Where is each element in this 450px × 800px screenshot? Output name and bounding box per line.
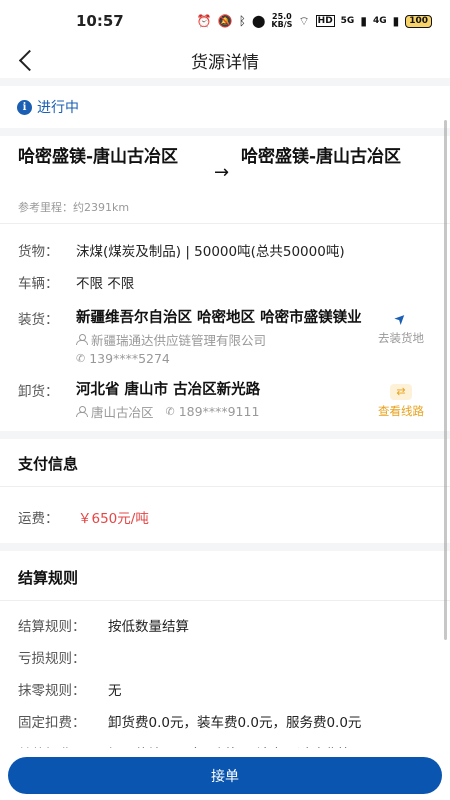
route-origin: 哈密盛镁-唐山古冶区: [18, 147, 179, 167]
unloading-address-text: 河北省 唐山市 古冶区新光路: [76, 382, 261, 398]
route-destination: 哈密盛镁-唐山古冶区: [241, 147, 402, 167]
location-icon: ⬤: [251, 14, 266, 28]
vehicle-value: 不限 不限: [76, 276, 135, 292]
person-icon: [76, 334, 88, 345]
accept-order-button[interactable]: 接单: [8, 757, 442, 794]
alarm-icon: ⏰: [196, 14, 212, 28]
status-text: 进行中: [37, 100, 79, 116]
status-bar: 10:57 ⏰ 🔕 ᛒ ⬤ 25.0 KB/S ⌔ HD 5G ▮ 4G ▮ 10…: [0, 0, 450, 42]
signal-icon: ▮: [360, 14, 367, 28]
person-icon: [76, 406, 88, 417]
route-icon: ⇄: [390, 384, 412, 400]
settlement-row: 亏损规则：: [0, 641, 450, 673]
arrow-right-icon: →: [214, 162, 230, 183]
route-section: 哈密盛镁-唐山古冶区 → 哈密盛镁-唐山古冶区 参考里程：约2391km: [0, 136, 450, 224]
settlement-row: 固定扣费： 卸货费0.0元，装车费0.0元，服务费0.0元: [0, 705, 450, 737]
freight-row: 运费： ￥650元/吨: [0, 486, 450, 543]
loading-label: 装货：: [18, 312, 59, 328]
payment-card: 支付信息 运费： ￥650元/吨: [0, 439, 450, 543]
payment-title: 支付信息: [18, 455, 79, 473]
info-icon: i: [17, 99, 32, 115]
view-route-label: 查看线路: [378, 404, 424, 418]
bottom-bar: 接单: [0, 748, 450, 800]
unloading-body: 河北省 唐山市 古冶区新光路 唐山古冶区 ✆ 189****9111: [76, 380, 366, 421]
cargo-row: 货物： 沫煤(煤炭及制品) | 50000吨(总共50000吨): [18, 240, 432, 260]
phone-icon: ✆: [165, 405, 175, 418]
settlement-title: 结算规则: [18, 569, 79, 587]
hd-badge: HD: [315, 15, 335, 27]
view-route-button[interactable]: ⇄ 查看线路: [370, 380, 432, 419]
battery-indicator: 100: [405, 14, 432, 28]
unloading-label: 卸货：: [18, 384, 59, 400]
bluetooth-icon: ᛒ: [238, 14, 246, 28]
settlement-title-wrap: 结算规则: [0, 551, 450, 601]
cargo-value: 沫煤(煤炭及制品) | 50000吨(总共50000吨): [76, 244, 345, 260]
route-card: 哈密盛镁-唐山古冶区 → 哈密盛镁-唐山古冶区 参考里程：约2391km 货物：…: [0, 136, 450, 431]
nav-bar: 货源详情: [0, 42, 450, 78]
go-to-loading-label: 去装货地: [378, 331, 424, 345]
vehicle-label: 车辆：: [18, 276, 59, 292]
navigation-icon: ➤: [391, 309, 411, 329]
status-time: 10:57: [76, 12, 124, 30]
go-to-loading-button[interactable]: ➤ 去装货地: [370, 308, 432, 346]
freight-value: ￥650元/吨: [78, 511, 149, 527]
settlement-row-label: 亏损规则：: [18, 651, 86, 667]
unloading-phone[interactable]: 189****9111: [179, 404, 260, 419]
unloading-contact: 唐山古冶区: [91, 405, 154, 420]
freight-label: 运费：: [18, 511, 59, 527]
cargo-label: 货物：: [18, 244, 59, 260]
status-icons: ⏰ 🔕 ᛒ ⬤ 25.0 KB/S ⌔ HD 5G ▮ 4G ▮ 100: [197, 13, 432, 29]
settlement-card: 结算规则 结算规则： 按低数量结算 亏损规则： 抹零规则： 无 固定扣费： 卸货…: [0, 551, 450, 779]
settlement-row-value: 无: [108, 683, 122, 699]
back-button[interactable]: [16, 46, 38, 74]
settlement-row-label: 结算规则：: [18, 619, 86, 635]
unloading-address: 卸货： 河北省 唐山市 古冶区新光路 唐山古冶区 ✆ 189****9111 ⇄…: [18, 380, 432, 421]
loading-phone-row: ✆ 139****5274: [76, 351, 366, 366]
settlement-row-label: 固定扣费：: [18, 715, 86, 731]
loading-body: 新疆维吾尔自治区 哈密地区 哈密市盛镁镁业 新疆瑞通达供应链管理有限公司 ✆ 1…: [76, 308, 366, 366]
scrollbar[interactable]: [444, 120, 447, 640]
wifi-icon: ⌔: [298, 13, 310, 28]
settlement-row-value: 按低数量结算: [108, 619, 189, 635]
settlement-row-label: 抹零规则：: [18, 683, 86, 699]
signal-icon-2: ▮: [392, 14, 400, 28]
page-title: 货源详情: [191, 52, 259, 73]
unloading-contact-row: 唐山古冶区 ✆ 189****9111: [76, 402, 366, 421]
loading-address-text: 新疆维吾尔自治区 哈密地区 哈密市盛镁镁业: [76, 310, 362, 326]
network-5g: 5G: [340, 16, 355, 26]
loading-phone[interactable]: 139****5274: [89, 351, 170, 366]
route-distance: 参考里程：约2391km: [18, 201, 130, 214]
settlement-row: 抹零规则： 无: [0, 673, 450, 705]
speed-unit: KB/S: [271, 20, 293, 29]
loading-company-row: 新疆瑞通达供应链管理有限公司: [76, 330, 366, 349]
goods-details: 货物： 沫煤(煤炭及制品) | 50000吨(总共50000吨) 车辆： 不限 …: [0, 224, 450, 431]
settlement-row: 结算规则： 按低数量结算: [0, 609, 450, 641]
settlement-rows: 结算规则： 按低数量结算 亏损规则： 抹零规则： 无 固定扣费： 卸货费0.0元…: [0, 601, 450, 769]
loading-company: 新疆瑞通达供应链管理有限公司: [91, 333, 267, 348]
network-4g: 4G: [372, 16, 387, 26]
network-speed: 25.0 KB/S: [271, 13, 292, 29]
vehicle-row: 车辆： 不限 不限: [18, 272, 432, 292]
mute-icon: 🔕: [217, 14, 233, 28]
loading-address: 装货： 新疆维吾尔自治区 哈密地区 哈密市盛镁镁业 新疆瑞通达供应链管理有限公司…: [18, 308, 432, 366]
order-status: i 进行中: [0, 78, 450, 128]
settlement-row-value: 卸货费0.0元，装车费0.0元，服务费0.0元: [108, 715, 362, 731]
phone-icon: ✆: [76, 352, 86, 365]
